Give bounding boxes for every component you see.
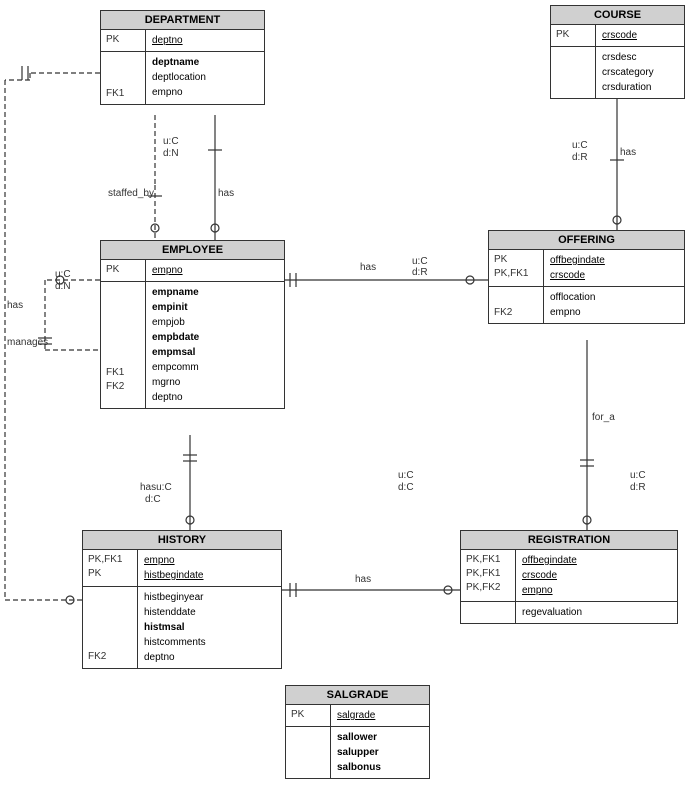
svg-text:hasu:C: hasu:C bbox=[140, 482, 172, 493]
emp-fk1-label: FK1 bbox=[106, 366, 140, 380]
entity-offering: OFFERING PK PK,FK1 offbegindate crscode … bbox=[488, 230, 685, 324]
dept-attr-deptname: deptname bbox=[152, 55, 206, 70]
history-pk-attr: histbegindate bbox=[144, 568, 204, 583]
emp-attr-empname: empname bbox=[152, 285, 199, 300]
dept-pk-attr: deptno bbox=[152, 33, 183, 48]
salgrade-pk-label: PK bbox=[291, 708, 325, 722]
offering-attr-offlocation: offlocation bbox=[550, 290, 595, 305]
entity-course-header: COURSE bbox=[551, 6, 684, 25]
entity-salgrade-header: SALGRADE bbox=[286, 686, 429, 705]
svg-text:d:N: d:N bbox=[163, 148, 179, 159]
reg-attr-crscode: crscode bbox=[522, 568, 577, 583]
history-attr-histenddate: histenddate bbox=[144, 605, 206, 620]
svg-text:has: has bbox=[620, 147, 636, 158]
dept-pk-label: PK bbox=[106, 33, 140, 47]
emp-attr-empjob: empjob bbox=[152, 315, 199, 330]
diagram-container: u:C d:N u:C d:R has u:C d:R bbox=[0, 0, 690, 803]
entity-salgrade: SALGRADE PK salgrade sallower salupper s… bbox=[285, 685, 430, 779]
offering-pkfk1-attr: crscode bbox=[550, 268, 605, 283]
history-attr-histbeginyear: histbeginyear bbox=[144, 590, 206, 605]
reg-pkfk1-2-label: PK,FK1 bbox=[466, 567, 510, 581]
svg-text:u:C: u:C bbox=[55, 269, 71, 280]
emp-fk2-label: FK2 bbox=[106, 380, 140, 394]
salgrade-title: SALGRADE bbox=[327, 689, 389, 701]
svg-text:u:C: u:C bbox=[572, 140, 588, 151]
svg-text:d:R: d:R bbox=[412, 267, 428, 278]
course-pk-label: PK bbox=[556, 28, 590, 42]
offering-pk-label: PK bbox=[494, 253, 538, 267]
svg-text:u:C: u:C bbox=[630, 470, 646, 481]
svg-text:d:R: d:R bbox=[572, 152, 588, 163]
dept-attr-deptlocation: deptlocation bbox=[152, 70, 206, 85]
dept-attr-empno: empno bbox=[152, 85, 206, 100]
svg-text:u:C: u:C bbox=[412, 256, 428, 267]
course-attr-crsduration: crsduration bbox=[602, 80, 654, 95]
entity-registration-header: REGISTRATION bbox=[461, 531, 677, 550]
emp-pk-label: PK bbox=[106, 263, 140, 277]
entity-registration: REGISTRATION PK,FK1 PK,FK1 PK,FK2 offbeg… bbox=[460, 530, 678, 624]
reg-pkfk2-label: PK,FK2 bbox=[466, 581, 510, 595]
history-fk2-label: FK2 bbox=[88, 650, 132, 664]
course-attr-crsdesc: crsdesc bbox=[602, 50, 654, 65]
entity-history: HISTORY PK,FK1 PK empno histbegindate FK… bbox=[82, 530, 282, 669]
history-attr-histmsal: histmsal bbox=[144, 620, 206, 635]
svg-text:has: has bbox=[355, 574, 371, 585]
history-attr-histcomments: histcomments bbox=[144, 635, 206, 650]
course-attr-crscategory: crscategory bbox=[602, 65, 654, 80]
course-pk-attr: crscode bbox=[602, 28, 637, 43]
registration-title: REGISTRATION bbox=[528, 534, 610, 546]
offering-pkfk1-label: PK,FK1 bbox=[494, 267, 538, 281]
reg-pkfk1-1-label: PK,FK1 bbox=[466, 553, 510, 567]
entity-department-header: DEPARTMENT bbox=[101, 11, 264, 30]
emp-attr-empbdate: empbdate bbox=[152, 330, 199, 345]
svg-text:u:C: u:C bbox=[398, 470, 414, 481]
offering-fk2-label: FK2 bbox=[494, 306, 538, 320]
svg-text:has: has bbox=[218, 188, 234, 199]
course-title: COURSE bbox=[594, 9, 641, 21]
svg-text:u:C: u:C bbox=[163, 136, 179, 147]
dept-fk1-label: FK1 bbox=[106, 87, 140, 101]
offering-attr-empno: empno bbox=[550, 305, 595, 320]
svg-text:staffed_by: staffed_by bbox=[108, 188, 154, 199]
history-pkfk1-label: PK,FK1 bbox=[88, 553, 132, 567]
entity-offering-header: OFFERING bbox=[489, 231, 684, 250]
emp-pk-attr: empno bbox=[152, 263, 183, 278]
svg-text:d:C: d:C bbox=[398, 482, 414, 493]
svg-text:for_a: for_a bbox=[592, 412, 615, 423]
entity-employee: EMPLOYEE PK empno FK1 FK2 empname empini… bbox=[100, 240, 285, 409]
svg-text:d:R: d:R bbox=[630, 482, 646, 493]
emp-attr-deptno: deptno bbox=[152, 390, 199, 405]
reg-attr-regevaluation: regevaluation bbox=[522, 605, 582, 620]
reg-attr-empno: empno bbox=[522, 583, 577, 598]
history-pkfk1-attr: empno bbox=[144, 553, 204, 568]
history-attr-deptno: deptno bbox=[144, 650, 206, 665]
salgrade-pk-attr: salgrade bbox=[337, 708, 375, 723]
emp-attr-empinit: empinit bbox=[152, 300, 199, 315]
emp-attr-mgrno: mgrno bbox=[152, 375, 199, 390]
svg-text:d:N: d:N bbox=[55, 281, 71, 292]
emp-attr-empcomm: empcomm bbox=[152, 360, 199, 375]
emp-attr-empmsal: empmsal bbox=[152, 345, 199, 360]
reg-attr-offbegindate: offbegindate bbox=[522, 553, 577, 568]
entity-history-header: HISTORY bbox=[83, 531, 281, 550]
salgrade-attr-salupper: salupper bbox=[337, 745, 381, 760]
offering-pk-attr: offbegindate bbox=[550, 253, 605, 268]
svg-text:has: has bbox=[7, 300, 23, 311]
svg-text:has: has bbox=[360, 262, 376, 273]
salgrade-attr-sallower: sallower bbox=[337, 730, 381, 745]
entity-course: COURSE PK crscode crsdesc crscategory cr… bbox=[550, 5, 685, 99]
employee-title: EMPLOYEE bbox=[162, 244, 223, 256]
entity-department: DEPARTMENT PK deptno FK1 deptname deptlo… bbox=[100, 10, 265, 105]
history-pk-label: PK bbox=[88, 567, 132, 581]
svg-text:manages: manages bbox=[7, 337, 48, 348]
salgrade-attr-salbonus: salbonus bbox=[337, 760, 381, 775]
offering-title: OFFERING bbox=[558, 234, 615, 246]
history-title: HISTORY bbox=[158, 534, 206, 546]
department-title: DEPARTMENT bbox=[145, 14, 221, 26]
entity-employee-header: EMPLOYEE bbox=[101, 241, 284, 260]
svg-text:d:C: d:C bbox=[145, 494, 161, 505]
